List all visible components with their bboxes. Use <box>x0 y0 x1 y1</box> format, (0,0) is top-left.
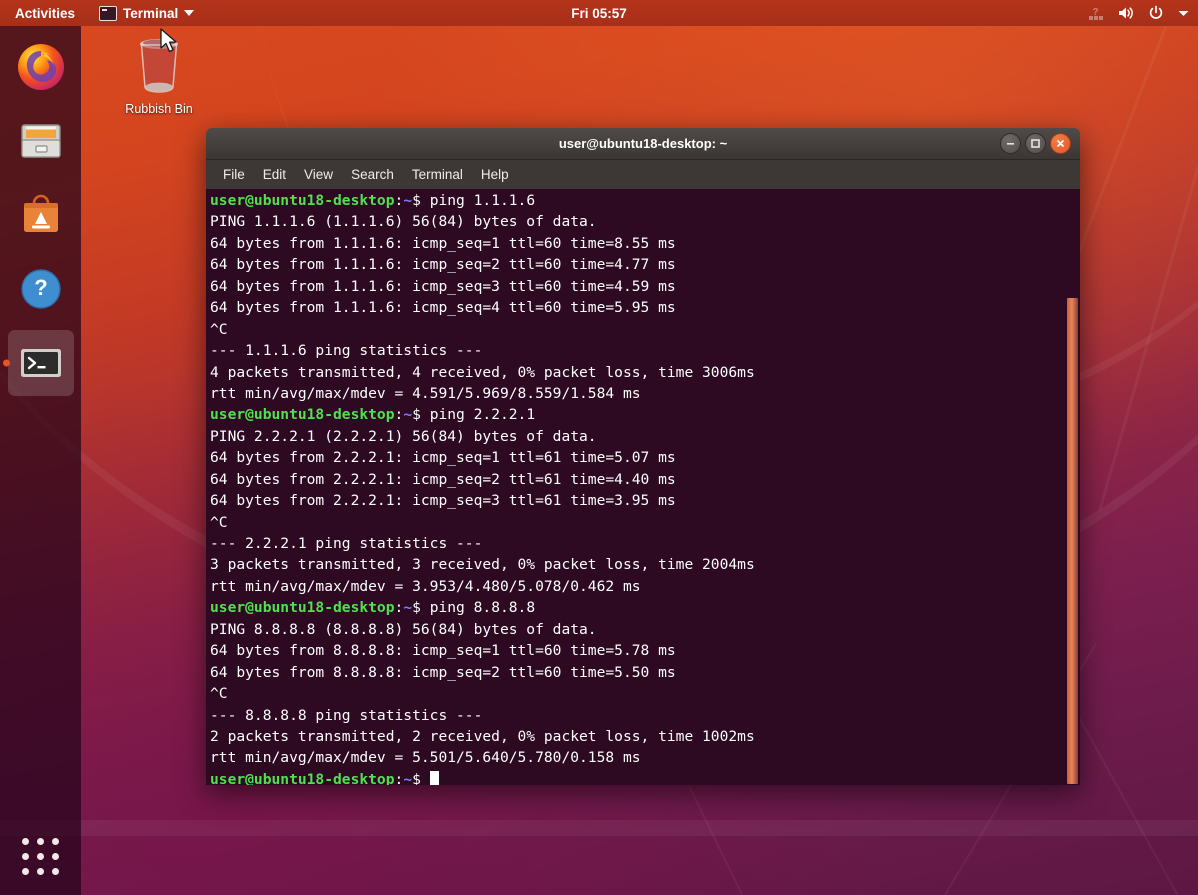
app-grid-icon <box>22 838 59 875</box>
terminal-line: 64 bytes from 1.1.1.6: icmp_seq=3 ttl=60… <box>210 276 1080 297</box>
terminal-line: user@ubuntu18-desktop:~$ ping 2.2.2.1 <box>210 404 1080 425</box>
maximize-button[interactable] <box>1025 133 1046 154</box>
chevron-down-icon <box>184 10 194 16</box>
terminal-line: PING 2.2.2.1 (2.2.2.1) 56(84) bytes of d… <box>210 426 1080 447</box>
terminal-menubar: File Edit View Search Terminal Help <box>206 160 1080 189</box>
terminal-line: rtt min/avg/max/mdev = 5.501/5.640/5.780… <box>210 747 1080 768</box>
desktop-screen: Activities Terminal Fri 05:57 ? <box>0 0 1198 895</box>
show-applications-button[interactable] <box>0 825 81 887</box>
terminal-line: PING 1.1.1.6 (1.1.1.6) 56(84) bytes of d… <box>210 211 1080 232</box>
terminal-prompt-user: user@ubuntu18-desktop <box>210 406 395 423</box>
terminal-line: PING 8.8.8.8 (8.8.8.8) 56(84) bytes of d… <box>210 619 1080 640</box>
terminal-line: 2 packets transmitted, 2 received, 0% pa… <box>210 726 1080 747</box>
terminal-icon <box>99 6 117 21</box>
terminal-line: --- 2.2.2.1 ping statistics --- <box>210 533 1080 554</box>
terminal-title: user@ubuntu18-desktop: ~ <box>559 136 727 151</box>
terminal-body[interactable]: user@ubuntu18-desktop:~$ ping 1.1.1.6PIN… <box>206 189 1080 785</box>
dock-item-firefox[interactable] <box>8 34 74 100</box>
terminal-output: user@ubuntu18-desktop:~$ ping 1.1.1.6PIN… <box>210 190 1080 785</box>
terminal-window: user@ubuntu18-desktop: ~ <box>206 128 1080 785</box>
terminal-prompt-user: user@ubuntu18-desktop <box>210 771 395 785</box>
desktop-icon-rubbish-bin[interactable]: Rubbish Bin <box>113 30 205 116</box>
terminal-line: 64 bytes from 2.2.2.1: icmp_seq=3 ttl=61… <box>210 490 1080 511</box>
power-icon[interactable] <box>1148 5 1164 21</box>
terminal-line: 64 bytes from 1.1.1.6: icmp_seq=1 ttl=60… <box>210 233 1080 254</box>
terminal-line: user@ubuntu18-desktop:~$ ping 1.1.1.6 <box>210 190 1080 211</box>
terminal-line: rtt min/avg/max/mdev = 4.591/5.969/8.559… <box>210 383 1080 404</box>
terminal-line: user@ubuntu18-desktop:~$ <box>210 769 1080 785</box>
files-cabinet-icon <box>16 116 66 166</box>
terminal-line: --- 1.1.1.6 ping statistics --- <box>210 340 1080 361</box>
dock-item-help[interactable]: ? <box>8 256 74 322</box>
terminal-line: 64 bytes from 8.8.8.8: icmp_seq=1 ttl=60… <box>210 640 1080 661</box>
menu-item-file[interactable]: File <box>223 167 245 182</box>
terminal-line: 64 bytes from 8.8.8.8: icmp_seq=2 ttl=60… <box>210 662 1080 683</box>
terminal-cursor <box>430 771 439 785</box>
terminal-scrollbar[interactable] <box>1067 298 1078 784</box>
wallpaper-band <box>0 820 1198 836</box>
terminal-line: 64 bytes from 1.1.1.6: icmp_seq=2 ttl=60… <box>210 254 1080 275</box>
terminal-line: 64 bytes from 2.2.2.1: icmp_seq=2 ttl=61… <box>210 469 1080 490</box>
terminal-icon <box>16 338 66 388</box>
minimize-icon <box>1005 138 1016 149</box>
dock-item-terminal[interactable] <box>8 330 74 396</box>
terminal-line: ^C <box>210 319 1080 340</box>
terminal-line: 64 bytes from 2.2.2.1: icmp_seq=1 ttl=61… <box>210 447 1080 468</box>
svg-text:?: ? <box>34 275 47 300</box>
terminal-line: ^C <box>210 512 1080 533</box>
close-icon <box>1055 138 1066 149</box>
terminal-prompt-path: ~ <box>403 599 412 616</box>
firefox-icon <box>16 42 66 92</box>
system-tray: ? <box>1087 5 1190 21</box>
terminal-titlebar[interactable]: user@ubuntu18-desktop: ~ <box>206 128 1080 160</box>
terminal-prompt-path: ~ <box>403 406 412 423</box>
terminal-line: rtt min/avg/max/mdev = 3.953/4.480/5.078… <box>210 576 1080 597</box>
menu-item-help[interactable]: Help <box>481 167 509 182</box>
terminal-line: user@ubuntu18-desktop:~$ ping 8.8.8.8 <box>210 597 1080 618</box>
activities-button[interactable]: Activities <box>9 3 81 24</box>
terminal-command: ping 2.2.2.1 <box>430 406 535 423</box>
terminal-line: --- 8.8.8.8 ping statistics --- <box>210 705 1080 726</box>
help-question-icon: ? <box>16 264 66 314</box>
system-menu-chevron-icon[interactable] <box>1177 9 1190 18</box>
terminal-line: 4 packets transmitted, 4 received, 0% pa… <box>210 362 1080 383</box>
menu-item-terminal[interactable]: Terminal <box>412 167 463 182</box>
minimize-button[interactable] <box>1000 133 1021 154</box>
keyboard-input-icon[interactable]: ? <box>1087 6 1104 21</box>
terminal-line: ^C <box>210 683 1080 704</box>
menu-item-view[interactable]: View <box>304 167 333 182</box>
menu-item-edit[interactable]: Edit <box>263 167 286 182</box>
dock-item-ubuntu-software[interactable] <box>8 182 74 248</box>
menu-item-search[interactable]: Search <box>351 167 394 182</box>
terminal-prompt-user: user@ubuntu18-desktop <box>210 192 395 209</box>
terminal-command: ping 8.8.8.8 <box>430 599 535 616</box>
dock: ? <box>0 26 81 895</box>
volume-icon[interactable] <box>1117 5 1135 21</box>
terminal-prompt-path: ~ <box>403 192 412 209</box>
terminal-command: ping 1.1.1.6 <box>430 192 535 209</box>
terminal-prompt-path: ~ <box>403 771 412 785</box>
close-button[interactable] <box>1050 133 1071 154</box>
ubuntu-software-bag-icon <box>16 190 66 240</box>
desktop-icon-label: Rubbish Bin <box>113 102 205 116</box>
trash-bin-icon <box>129 30 189 96</box>
maximize-icon <box>1030 138 1041 149</box>
terminal-prompt-user: user@ubuntu18-desktop <box>210 599 395 616</box>
window-controls <box>1000 128 1071 159</box>
top-panel: Activities Terminal Fri 05:57 ? <box>0 0 1198 26</box>
app-menu-button[interactable]: Terminal <box>93 3 200 24</box>
terminal-line: 64 bytes from 1.1.1.6: icmp_seq=4 ttl=60… <box>210 297 1080 318</box>
dock-item-files[interactable] <box>8 108 74 174</box>
terminal-line: 3 packets transmitted, 3 received, 0% pa… <box>210 554 1080 575</box>
activities-label: Activities <box>15 6 75 21</box>
app-menu-label: Terminal <box>123 6 178 21</box>
